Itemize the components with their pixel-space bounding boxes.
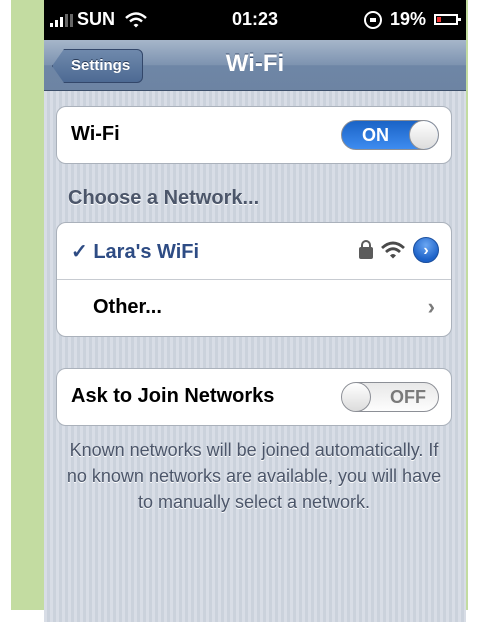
ask-join-label: Ask to Join Networks [71, 385, 275, 407]
wifi-label: Wi-Fi [71, 123, 120, 145]
chevron-right-icon: › [427, 294, 435, 319]
page-title: Wi-Fi [225, 50, 285, 77]
status-right: 19% [363, 9, 461, 30]
footer-description: Known networks will be joined automatica… [66, 440, 442, 512]
lock-icon [359, 240, 373, 259]
networks-group: ✓ Lara's WiFi › Other... › [56, 222, 452, 337]
wifi-toggle-text: ON [362, 125, 389, 145]
other-label: Other... [93, 296, 162, 318]
section-title: Choose a Network... [68, 187, 260, 209]
network-name: Lara's WiFi [93, 241, 200, 263]
ask-join-row: Ask to Join Networks OFF [57, 369, 451, 425]
orientation-lock-icon [363, 10, 382, 29]
checkmark-icon: ✓ [71, 241, 88, 263]
navigation-bar: Settings Wi-Fi [44, 40, 466, 91]
network-row-other[interactable]: Other... › [57, 279, 451, 336]
toggle-knob [409, 121, 438, 149]
status-bar: SUN 01:23 19% [44, 0, 466, 40]
network-label: ✓ Lara's WiFi [71, 239, 199, 264]
detail-disclosure-button[interactable]: › [413, 237, 439, 263]
battery-icon [434, 14, 461, 25]
battery-percent: 19% [389, 9, 426, 29]
ask-join-toggle[interactable]: OFF [341, 382, 439, 412]
wifi-strength-icon [381, 241, 405, 259]
wifi-group: Wi-Fi ON [56, 106, 452, 164]
ask-join-toggle-text: OFF [390, 387, 426, 407]
wifi-toggle[interactable]: ON [341, 120, 439, 150]
wifi-row: Wi-Fi ON [57, 107, 451, 163]
ask-join-group: Ask to Join Networks OFF [56, 368, 452, 426]
network-row-laras-wifi[interactable]: ✓ Lara's WiFi › [57, 223, 451, 279]
toggle-knob [342, 383, 371, 411]
phone-screen: SUN 01:23 19% Settings Wi-Fi Wi-Fi ON Ch… [44, 0, 466, 622]
network-icons: › [359, 237, 439, 263]
